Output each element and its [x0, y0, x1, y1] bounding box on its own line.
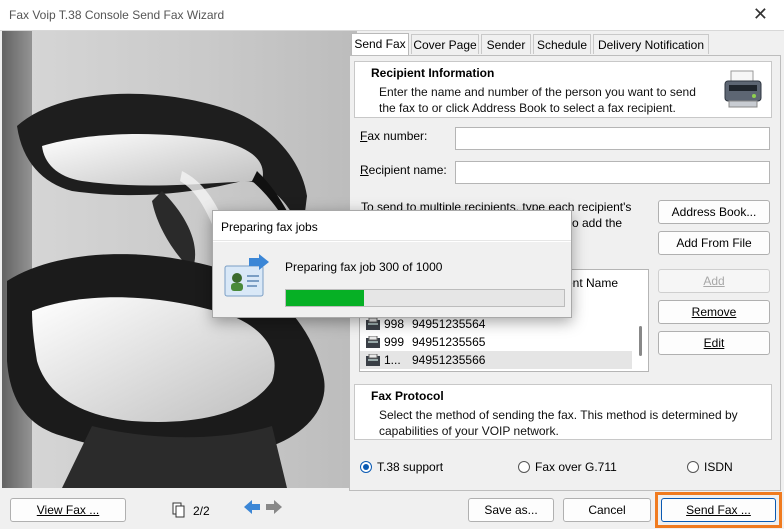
- next-page-icon[interactable]: [266, 500, 282, 514]
- tab-cover-page[interactable]: Cover Page: [411, 34, 479, 54]
- cancel-button[interactable]: Cancel: [563, 498, 651, 522]
- fax-protocol-description: Select the method of sending the fax. Th…: [379, 408, 738, 438]
- g711-radio-label[interactable]: Fax over G.711: [535, 460, 617, 474]
- dialog-title-bar: Preparing fax jobs: [213, 211, 571, 241]
- save-as-button[interactable]: Save as...: [468, 498, 554, 522]
- recipient-name-input[interactable]: [455, 161, 770, 184]
- recipient-info-heading: Recipient Information: [371, 66, 495, 80]
- title-bar: Fax Voip T.38 Console Send Fax Wizard ✕: [0, 0, 784, 30]
- t38-radio-label[interactable]: T.38 support: [377, 460, 443, 474]
- tab-send-fax[interactable]: Send Fax: [351, 33, 409, 55]
- fax-machine-icon: [721, 67, 765, 111]
- g711-radio[interactable]: [518, 461, 530, 473]
- isdn-radio[interactable]: [687, 461, 699, 473]
- page-indicator: 2/2: [193, 504, 210, 518]
- pages-icon: [172, 502, 186, 518]
- tab-sender[interactable]: Sender: [481, 34, 531, 54]
- list-item[interactable]: 1... 94951235566: [360, 351, 632, 369]
- fax-protocol-heading: Fax Protocol: [371, 389, 444, 403]
- recipient-info-description: Enter the name and number of the person …: [379, 85, 696, 115]
- progress-bar-fill: [286, 290, 364, 306]
- close-icon[interactable]: ✕: [753, 4, 768, 24]
- fax-protocol-box: Fax Protocol Select the method of sendin…: [354, 384, 772, 440]
- send-fax-button[interactable]: Send Fax ...: [661, 498, 776, 522]
- t38-radio[interactable]: [360, 461, 372, 473]
- fax-icon: [366, 317, 380, 330]
- tab-delivery-notification[interactable]: Delivery Notification: [593, 34, 709, 54]
- fax-number-input[interactable]: [455, 127, 770, 150]
- tab-schedule[interactable]: Schedule: [533, 34, 591, 54]
- fax-icon: [366, 353, 380, 366]
- add-from-file-button[interactable]: Add From File: [658, 231, 770, 255]
- fax-icon: [366, 335, 380, 348]
- isdn-radio-label[interactable]: ISDN: [704, 460, 733, 474]
- dialog-title: Preparing fax jobs: [221, 220, 318, 234]
- preparing-fax-jobs-dialog: Preparing fax jobs Preparing fax job 300…: [212, 210, 572, 318]
- fax-number-label: Fax number:: [360, 129, 428, 143]
- list-scrollbar[interactable]: [639, 326, 642, 356]
- progress-message: Preparing fax job 300 of 1000: [285, 260, 443, 274]
- previous-page-icon[interactable]: [244, 500, 260, 514]
- add-button[interactable]: Add: [658, 269, 770, 293]
- fax-contact-icon: [223, 254, 271, 298]
- recipient-info-box: Recipient Information Enter the name and…: [354, 61, 772, 118]
- multiple-recipients-hint-2: o add the: [572, 216, 623, 230]
- progress-bar: [285, 289, 565, 307]
- window-title: Fax Voip T.38 Console Send Fax Wizard: [9, 8, 225, 22]
- recipient-name-label: Recipient name:: [360, 163, 447, 177]
- column-header-recipient-name[interactable]: ent Name: [566, 276, 618, 290]
- list-item[interactable]: 999 94951235565: [360, 333, 632, 351]
- remove-button[interactable]: Remove: [658, 300, 770, 324]
- address-book-button[interactable]: Address Book...: [658, 200, 770, 224]
- edit-button[interactable]: Edit: [658, 331, 770, 355]
- dialog-body: Preparing fax job 300 of 1000: [213, 242, 571, 317]
- view-fax-button[interactable]: View Fax ...: [10, 498, 126, 522]
